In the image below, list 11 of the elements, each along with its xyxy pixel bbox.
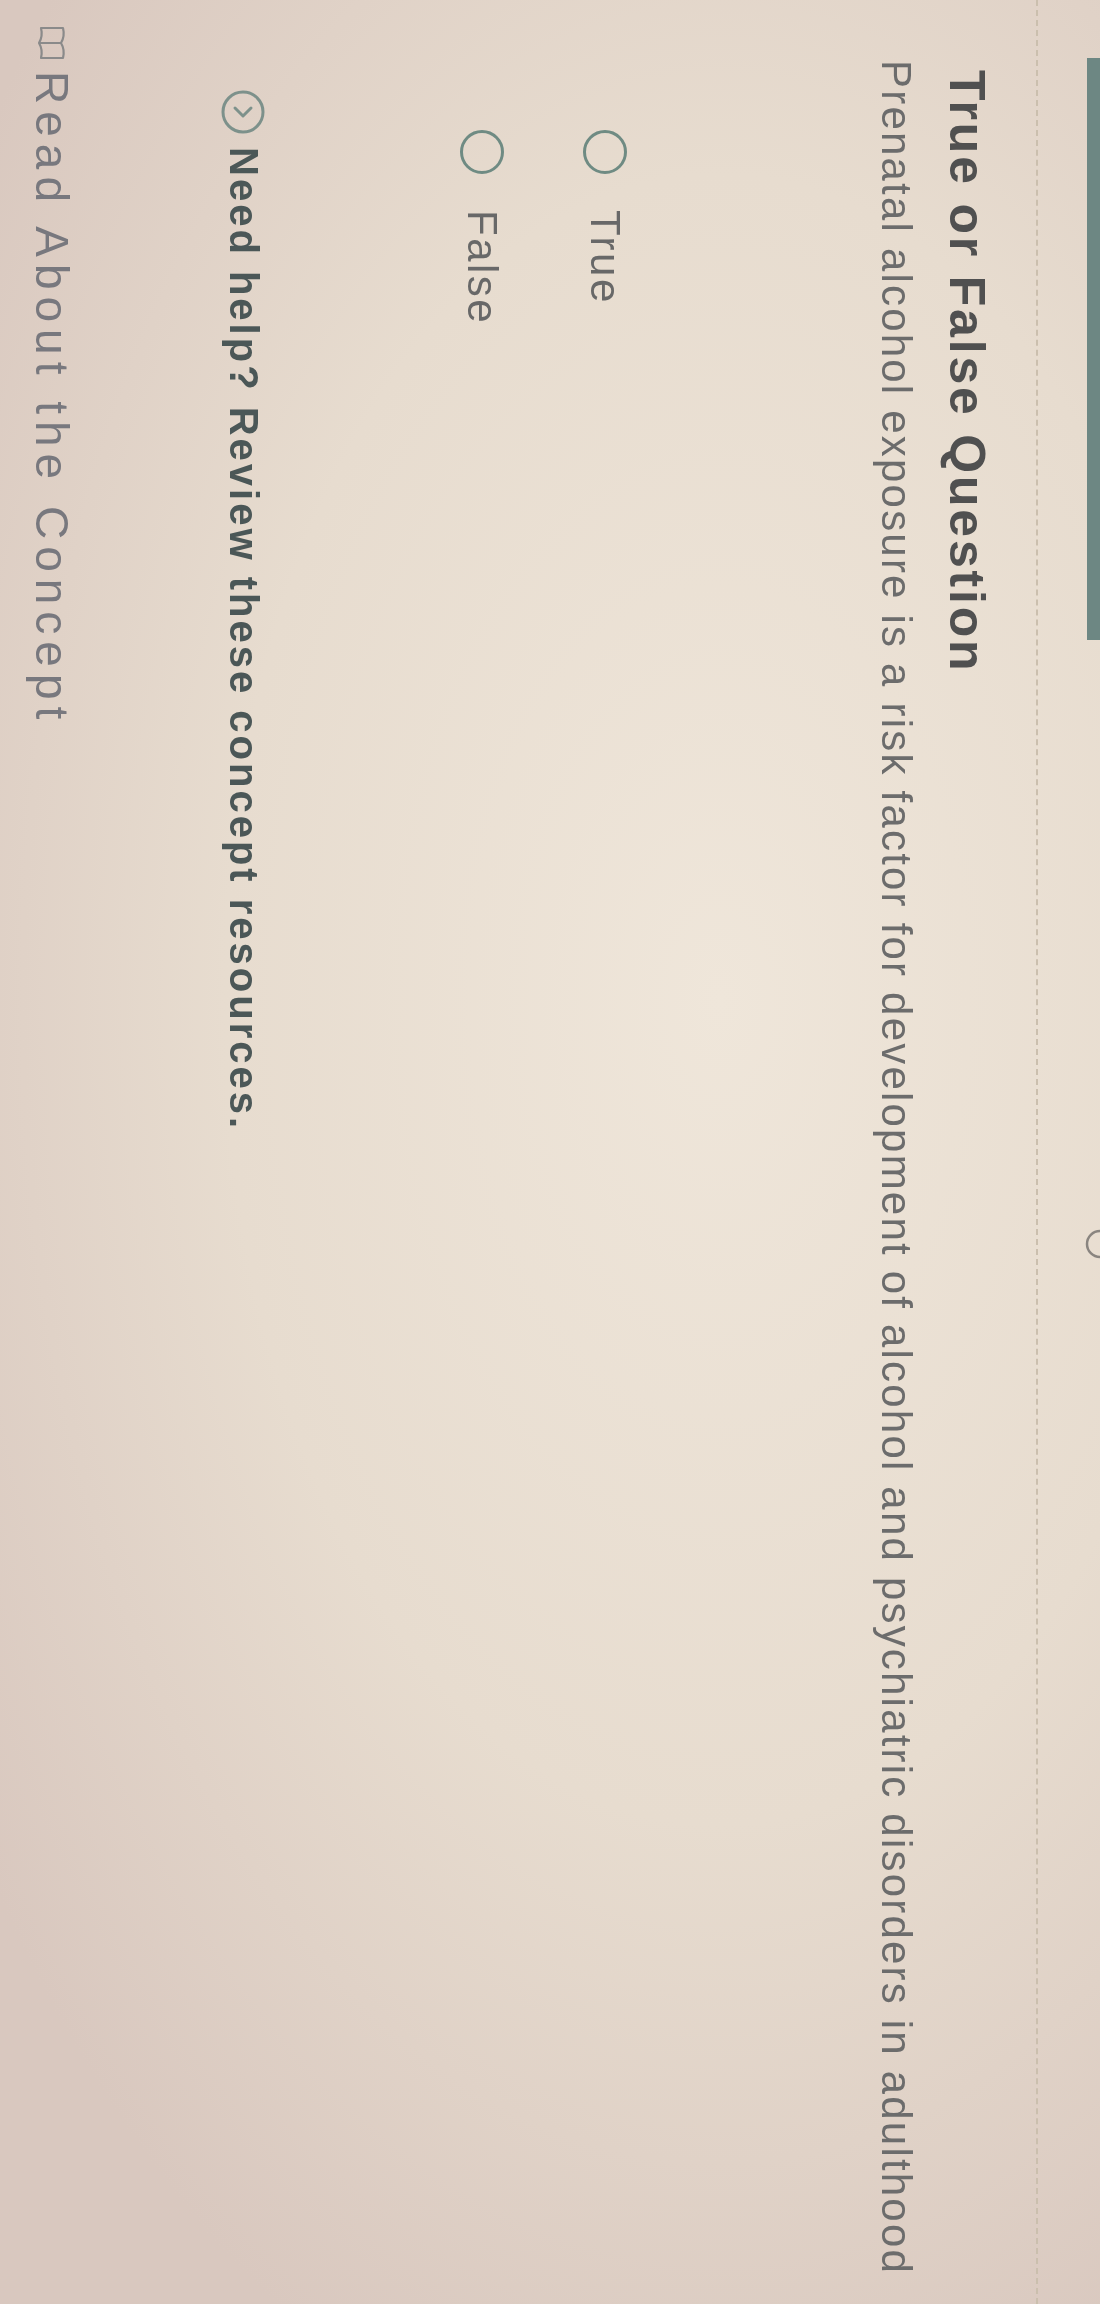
question-title: True or False Question <box>938 70 995 674</box>
book-icon <box>37 26 68 60</box>
option-label: False <box>458 210 507 326</box>
option-label: True <box>581 210 630 305</box>
radio-button[interactable] <box>460 130 505 174</box>
question-text: Prenatal alcohol exposure is a risk factor for development of alcohol and psychiatric disorders in adulthood <box>871 60 920 2276</box>
ring-icon <box>1085 1227 1100 1261</box>
chevron-circle-icon <box>221 90 266 134</box>
concept-link[interactable]: Read About the Concept <box>27 26 78 727</box>
radio-button[interactable] <box>583 130 628 174</box>
help-toggle[interactable]: Need help? Review these concept resources. <box>218 90 269 1132</box>
